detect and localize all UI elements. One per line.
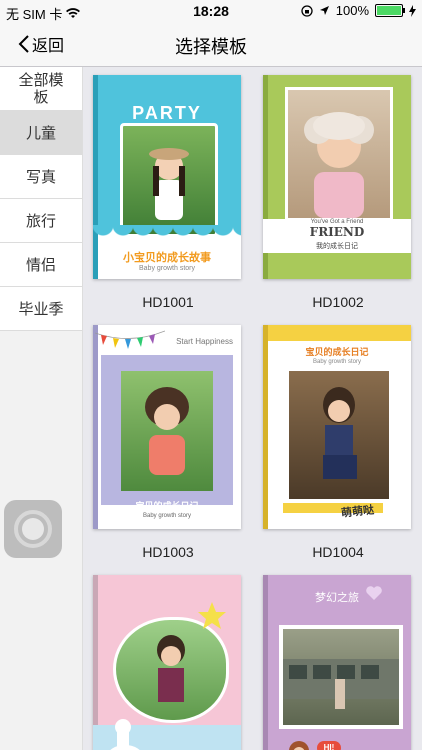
- page-title: 选择模板: [175, 37, 247, 57]
- alpaca-icon: [110, 719, 140, 750]
- sidebar-item-all[interactable]: 全部模板: [0, 67, 82, 111]
- status-right: 100%: [301, 3, 416, 18]
- sidebar-item-label: 情侣: [25, 257, 56, 274]
- cover-heading: Start Happiness: [176, 337, 233, 346]
- battery-percent: 100%: [335, 3, 369, 18]
- status-bar: 无 SIM 卡 18:28 100%: [0, 0, 422, 22]
- cover-heading: FRIEND: [309, 225, 365, 239]
- template-grid: PARTY 小宝贝的成长故事 Baby growth story HD1001 …: [83, 67, 422, 750]
- template-cover: [93, 575, 241, 750]
- cover-subheading: HI!: [317, 741, 341, 750]
- cover-subheading: 宝贝的成长日记: [135, 501, 199, 511]
- cover-photo: [285, 87, 393, 221]
- cover-tagline: Baby growth story: [312, 359, 362, 365]
- sidebar-item-children[interactable]: 儿童: [0, 111, 82, 155]
- template-cover: PARTY 小宝贝的成长故事 Baby growth story: [93, 75, 241, 279]
- cover-subheading: 萌萌哒: [340, 504, 375, 520]
- sidebar-item-label: 毕业季: [18, 301, 64, 318]
- sidebar-item-portrait[interactable]: 写真: [0, 155, 82, 199]
- template-cover: 宝贝的成长日记 Baby growth story 萌萌哒: [263, 325, 411, 529]
- bunting-icon: [95, 330, 165, 349]
- cover-photo: [121, 371, 213, 491]
- template-cover: 梦幻之旅 HI!: [263, 575, 411, 750]
- sidebar-item-label: 全部模板: [18, 71, 64, 106]
- cover-heading: PARTY: [132, 103, 202, 123]
- heart-icon: [366, 586, 382, 600]
- template-code: HD1004: [312, 544, 364, 560]
- sidebar-item-label: 写真: [25, 169, 56, 186]
- cover-tagline: You've Got a Friend: [310, 219, 364, 225]
- location-icon: [319, 6, 329, 15]
- template-code: HD1003: [142, 544, 194, 560]
- cover-photo: [289, 371, 389, 499]
- cover-photo: [120, 123, 218, 237]
- star-icon: [198, 602, 226, 629]
- template-cover: Start Happiness 宝贝的成长日记 Baby growth stor…: [93, 325, 241, 529]
- nav-bar: 返回 选择模板: [0, 22, 422, 67]
- cover-subheading: 我的成长日记: [316, 243, 358, 250]
- sidebar-item-label: 旅行: [25, 213, 56, 230]
- sidebar-item-graduation[interactable]: 毕业季: [0, 287, 82, 331]
- cover-heading: 宝贝的成长日记: [305, 347, 369, 357]
- sidebar-item-label: 儿童: [25, 125, 56, 142]
- template-cover: FRIEND You've Got a Friend 我的成长日记: [263, 75, 411, 279]
- cover-photo: [113, 617, 229, 723]
- template-code: HD1002: [312, 294, 364, 310]
- monkey-icon: [289, 741, 309, 750]
- category-sidebar: 全部模板 儿童 写真 旅行 情侣 毕业季: [0, 67, 83, 750]
- assistive-touch-button[interactable]: [4, 500, 62, 558]
- sidebar-item-travel[interactable]: 旅行: [0, 199, 82, 243]
- rotation-lock-icon: [301, 4, 313, 17]
- cover-tagline: Baby growth story: [138, 265, 196, 272]
- template-code: HD1001: [142, 294, 194, 310]
- cover-tagline: Baby growth story: [142, 513, 192, 519]
- charging-icon: [409, 4, 416, 17]
- assistive-touch-icon: [14, 510, 52, 548]
- cover-heading: 梦幻之旅: [315, 592, 359, 604]
- cover-subheading: 小宝贝的成长故事: [123, 252, 211, 264]
- cover-photo: [279, 625, 403, 729]
- sidebar-item-couple[interactable]: 情侣: [0, 243, 82, 287]
- battery-icon: [375, 4, 405, 17]
